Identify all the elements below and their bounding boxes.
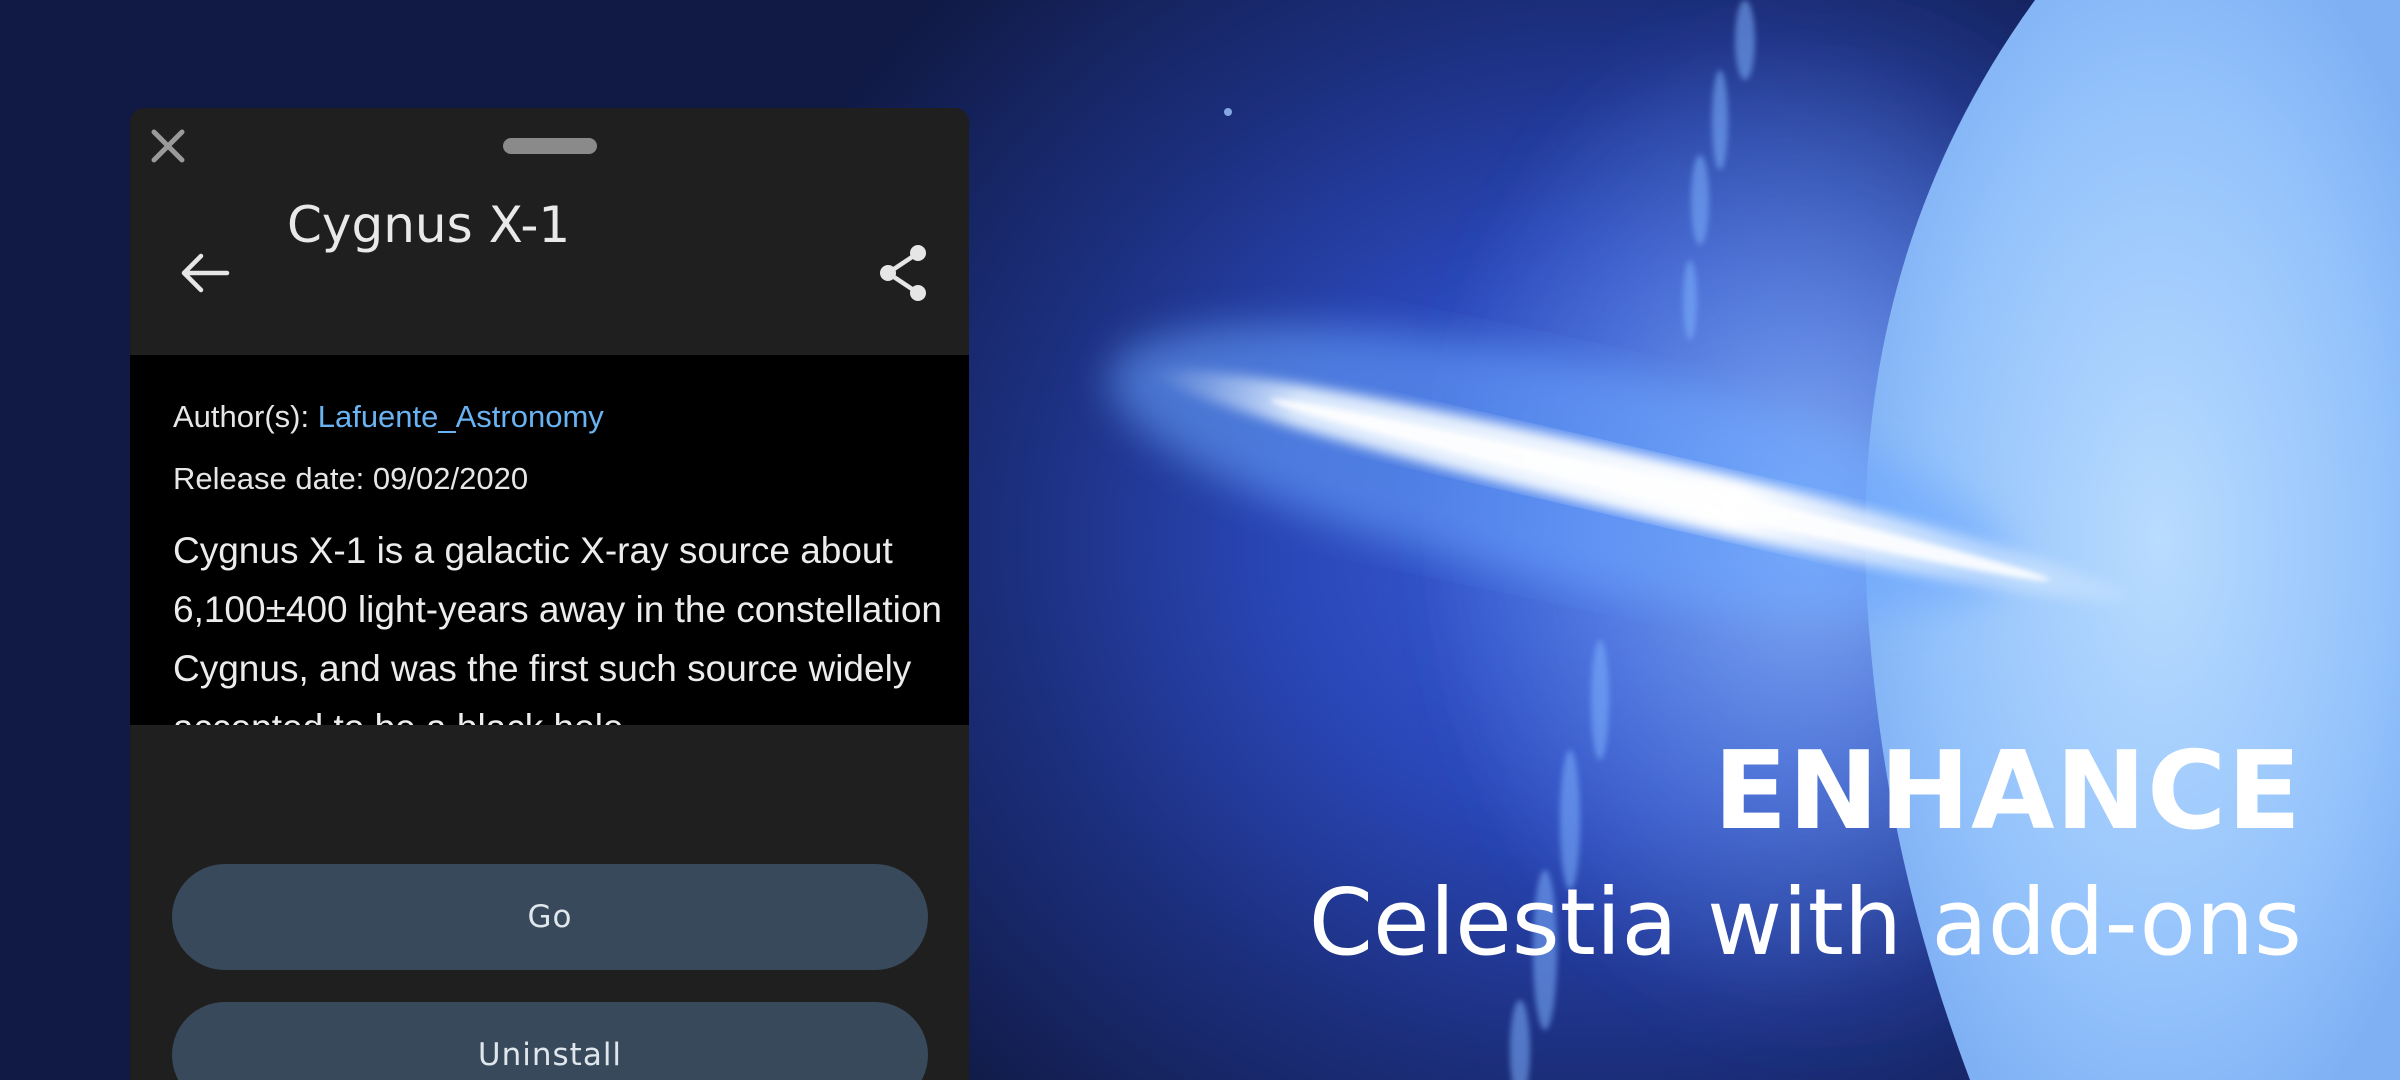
uninstall-button[interactable]: Uninstall <box>172 1002 928 1080</box>
release-date: Release date: 09/02/2020 <box>173 461 529 496</box>
addon-detail-sheet: Cygnus X-1 Author(s): Lafuente_Astronomy… <box>130 108 969 1080</box>
author-line: Author(s): Lafuente_Astronomy <box>173 399 604 435</box>
addon-info: Author(s): Lafuente_Astronomy Release da… <box>130 355 969 725</box>
addon-description: Cygnus X-1 is a galactic X-ray source ab… <box>173 530 942 725</box>
author-label: Author(s): <box>173 399 318 434</box>
close-button[interactable] <box>144 122 192 170</box>
share-button[interactable] <box>869 238 939 308</box>
arrow-left-icon <box>181 253 230 293</box>
promo-screen: ENHANCE Celestia with add-ons Cygnus X-1… <box>0 0 2400 1080</box>
share-icon <box>880 245 926 301</box>
close-icon <box>151 129 185 163</box>
promo-subline: Celestia with add-ons <box>1308 869 2302 976</box>
page-title: Cygnus X-1 <box>287 196 571 254</box>
back-button[interactable] <box>170 238 240 308</box>
action-bar: Go Uninstall <box>130 725 969 1080</box>
author-link[interactable]: Lafuente_Astronomy <box>318 399 604 434</box>
promo-headline: ENHANCE <box>1713 729 2302 854</box>
drag-handle[interactable] <box>503 138 597 154</box>
go-button[interactable]: Go <box>172 864 928 970</box>
